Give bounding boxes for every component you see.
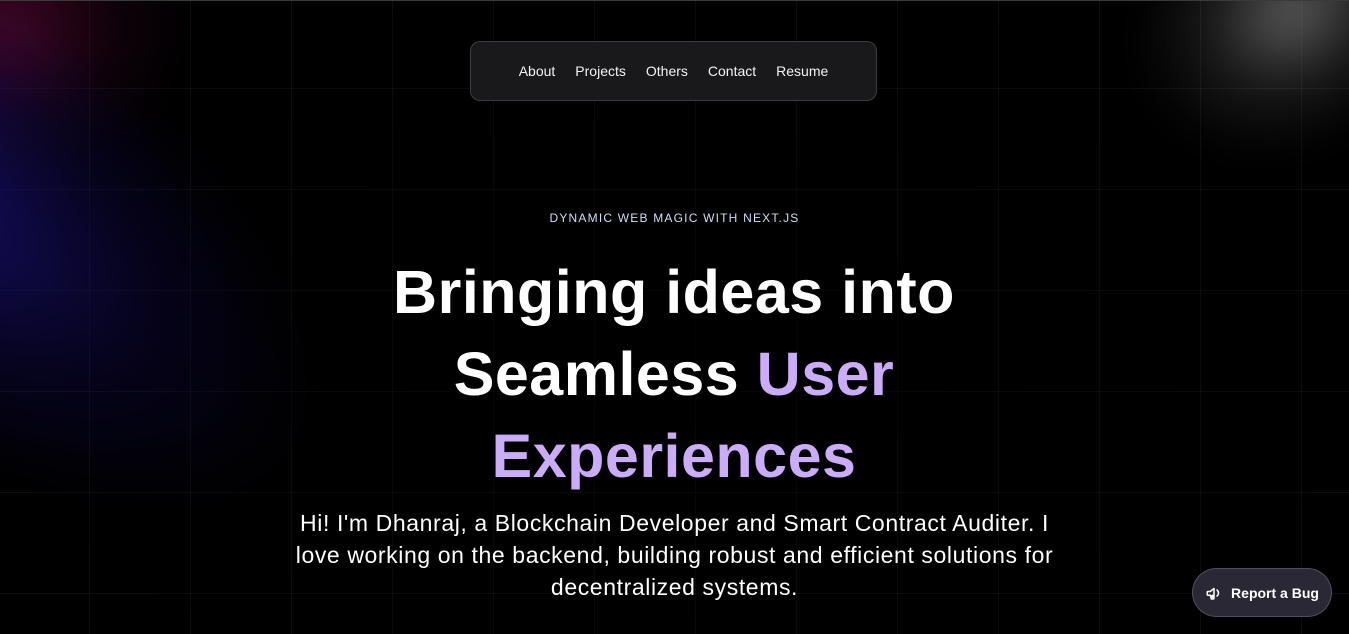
nav-link-contact[interactable]: Contact: [708, 63, 756, 79]
nav-link-resume[interactable]: Resume: [776, 63, 828, 79]
nav-link-others[interactable]: Others: [646, 63, 688, 79]
megaphone-icon: [1205, 584, 1223, 602]
nav-link-about[interactable]: About: [519, 63, 556, 79]
top-divider: [0, 0, 1349, 1]
hero-eyebrow: DYNAMIC WEB MAGIC WITH NEXT.JS: [549, 211, 800, 225]
report-bug-button[interactable]: Report a Bug: [1192, 568, 1332, 617]
floating-navbar: About Projects Others Contact Resume: [470, 41, 877, 101]
headline-word-seamless: Seamless: [453, 340, 740, 408]
headline-word-experiences: Experiences: [491, 422, 857, 490]
report-bug-label: Report a Bug: [1231, 584, 1319, 601]
headline-word-user: User: [756, 340, 895, 408]
page: About Projects Others Contact Resume DYN…: [0, 0, 1349, 634]
headline-line-1: Bringing ideas into: [393, 258, 955, 326]
hero-headline: Bringing ideas into Seamless User Experi…: [324, 251, 1024, 497]
nav-link-projects[interactable]: Projects: [575, 63, 626, 79]
hero-intro: Hi! I'm Dhanraj, a Blockchain Developer …: [295, 510, 1054, 600]
